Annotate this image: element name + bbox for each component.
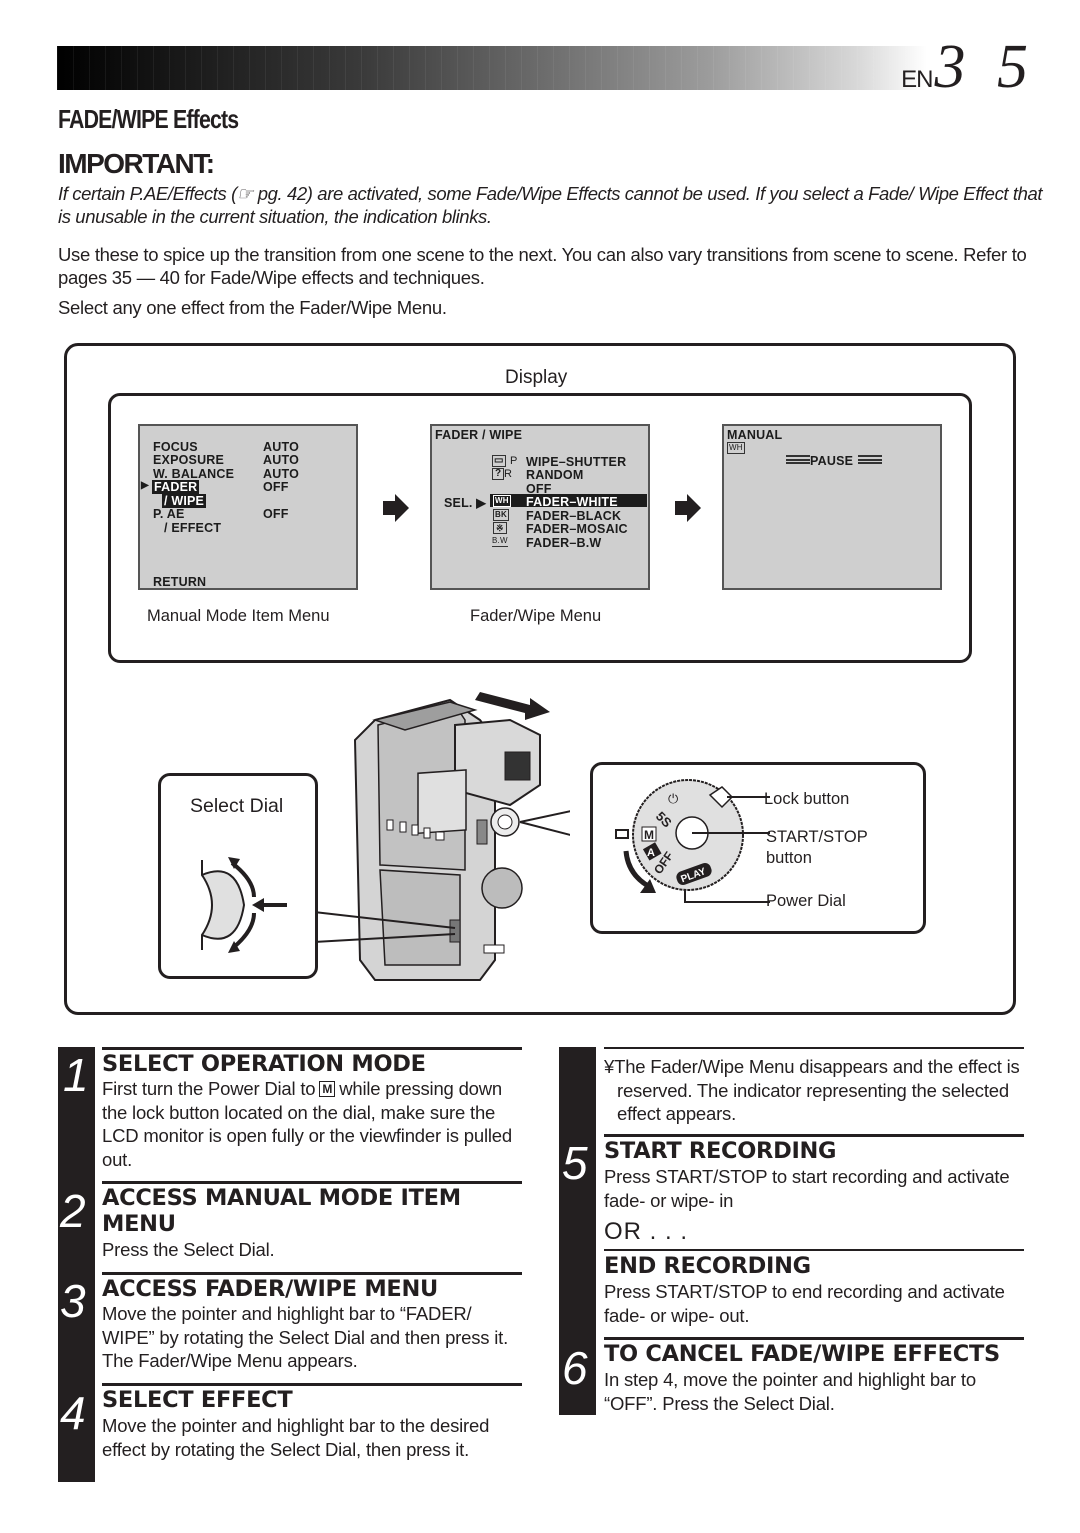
step-divider	[102, 1047, 522, 1050]
important-heading: IMPORTANT:	[58, 148, 215, 179]
step-divider	[604, 1134, 1024, 1137]
pause-decoration	[786, 455, 810, 464]
pause-status: PAUSE	[810, 454, 854, 468]
svg-text:⏻: ⏻	[668, 792, 678, 807]
menu-label: W. BALANCE	[153, 467, 235, 481]
step-number: 4	[60, 1387, 86, 1439]
menu-value: AUTO	[263, 467, 299, 481]
random-icon: ?	[492, 468, 505, 480]
intro-paragraph: Use these to spice up the transition fro…	[58, 244, 1027, 288]
select-dial-label: Select Dial	[190, 795, 284, 817]
step-text: Press START/STOP to end recording and ac…	[604, 1281, 1005, 1326]
fader-black-icon: BK	[493, 509, 509, 521]
step-divider	[604, 1249, 1024, 1251]
step-heading-line2: MENU	[102, 1211, 176, 1237]
section-title: FADE/WIPE Effects	[58, 104, 239, 134]
menu-value: AUTO	[263, 440, 299, 454]
menu-label-highlighted: FADER	[152, 480, 200, 494]
fader-item: WIPE–SHUTTER	[526, 455, 627, 469]
manual-mode-item-menu-screen: FOCUS AUTO EXPOSURE AUTO W. BALANCE AUTO…	[138, 424, 358, 590]
fader-item-selected: FADER–WHITE	[526, 495, 618, 509]
step-number: 6	[562, 1342, 588, 1394]
fader-menu-title: FADER / WIPE	[435, 428, 523, 442]
fader-item: FADER–B.W	[526, 536, 602, 550]
power-dial-diagram: 5S M A OFF PLAY ⏻	[615, 779, 770, 903]
record-display-screen: MANUAL WH PAUSE	[722, 424, 942, 590]
menu-label: / EFFECT	[164, 521, 222, 535]
menu-value: OFF	[263, 480, 289, 494]
step-text: First turn the Power Dial to Mwhile press…	[102, 1078, 512, 1170]
arrow-right-icon	[383, 494, 409, 522]
manual-menu-caption: Manual Mode Item Menu	[147, 607, 330, 625]
dial-position-m: M	[644, 828, 654, 842]
menu-label: EXPOSURE	[153, 453, 225, 467]
fader-wipe-menu-screen: FADER / WIPE ▭ P WIPE–SHUTTER ? R RANDOM…	[430, 424, 650, 590]
menu-label-highlighted: / WIPE	[162, 494, 207, 508]
menu-value: OFF	[263, 507, 289, 521]
step-heading: SELECT OPERATION MODE	[102, 1051, 426, 1077]
lock-button-label: Lock button	[764, 790, 850, 808]
page-number-value: 3 5	[934, 33, 1036, 101]
sel-pointer: SEL. ▶	[444, 496, 487, 510]
fader-white-indicator-icon: WH	[727, 442, 745, 454]
fader-item: FADER–MOSAIC	[526, 522, 628, 536]
step-divider	[604, 1047, 1024, 1049]
fader-item: FADER–BLACK	[526, 509, 622, 523]
step-number: 3	[60, 1275, 86, 1327]
important-text: If certain P.AE/Effects (☞ pg. 42) are a…	[58, 183, 1043, 227]
step-divider	[102, 1383, 522, 1386]
step-text: Move the pointer and highlight bar to th…	[102, 1415, 490, 1460]
intro-instruction: Select any one effect from the Fader/Wip…	[58, 297, 447, 318]
select-dial-rotation-icon	[201, 857, 287, 953]
icon-suffix: P	[510, 455, 518, 467]
fader-bw-icon: B.W	[492, 536, 508, 547]
step-number: 5	[562, 1137, 588, 1189]
step-heading: SELECT EFFECT	[102, 1387, 293, 1413]
manual-mode-icon: M	[319, 1081, 336, 1097]
fader-menu-caption: Fader/Wipe Menu	[470, 607, 602, 625]
menu-label: FOCUS	[153, 440, 198, 454]
power-dial-label: Power Dial	[766, 892, 846, 910]
start-stop-label-2: button	[766, 849, 812, 867]
step-number: 1	[63, 1049, 89, 1101]
page-number: EN 3 5	[901, 36, 1036, 98]
pointer-icon: ▶	[141, 480, 149, 491]
menu-value: AUTO	[263, 453, 299, 467]
step-text: Press START/STOP to start recording and …	[604, 1166, 1010, 1211]
or-separator: OR . . .	[604, 1218, 689, 1245]
step-text: Move the pointer and highlight bar to “F…	[102, 1303, 509, 1371]
fader-white-icon: WH	[493, 495, 511, 507]
dial-position-a: A	[647, 847, 655, 859]
arrow-right-icon	[675, 494, 701, 522]
fader-mosaic-icon: ※	[493, 522, 507, 534]
wipe-shutter-icon: ▭	[492, 455, 506, 467]
step-heading: ACCESS FADER/WIPE MENU	[102, 1276, 438, 1302]
step-heading: TO CANCEL FADE/WIPE EFFECTS	[604, 1341, 1000, 1367]
start-stop-label: START/STOP	[766, 828, 868, 846]
pause-decoration	[858, 455, 882, 464]
language-label: EN	[901, 66, 933, 93]
return-label: RETURN	[153, 575, 207, 589]
menu-label: P. AE	[153, 507, 185, 521]
icon-suffix: R	[504, 468, 513, 480]
step-divider	[604, 1337, 1024, 1340]
step-text: In step 4, move the pointer and highligh…	[604, 1369, 976, 1414]
fader-item: RANDOM	[526, 468, 584, 482]
pull-out-arrow-icon	[475, 692, 550, 720]
step-heading: START RECORDING	[604, 1138, 837, 1164]
step-note: ¥The Fader/Wipe Menu disappears and the …	[604, 1056, 1020, 1124]
step-heading: ACCESS MANUAL MODE ITEM	[102, 1185, 461, 1211]
step-heading: END RECORDING	[604, 1253, 811, 1279]
display-label: Display	[505, 367, 568, 388]
step-divider	[102, 1181, 522, 1184]
step-number: 2	[60, 1185, 86, 1237]
step-text: Press the Select Dial.	[102, 1239, 275, 1260]
mode-label: MANUAL	[727, 428, 783, 442]
header-gradient-bar	[57, 46, 927, 90]
step-divider	[102, 1272, 522, 1275]
